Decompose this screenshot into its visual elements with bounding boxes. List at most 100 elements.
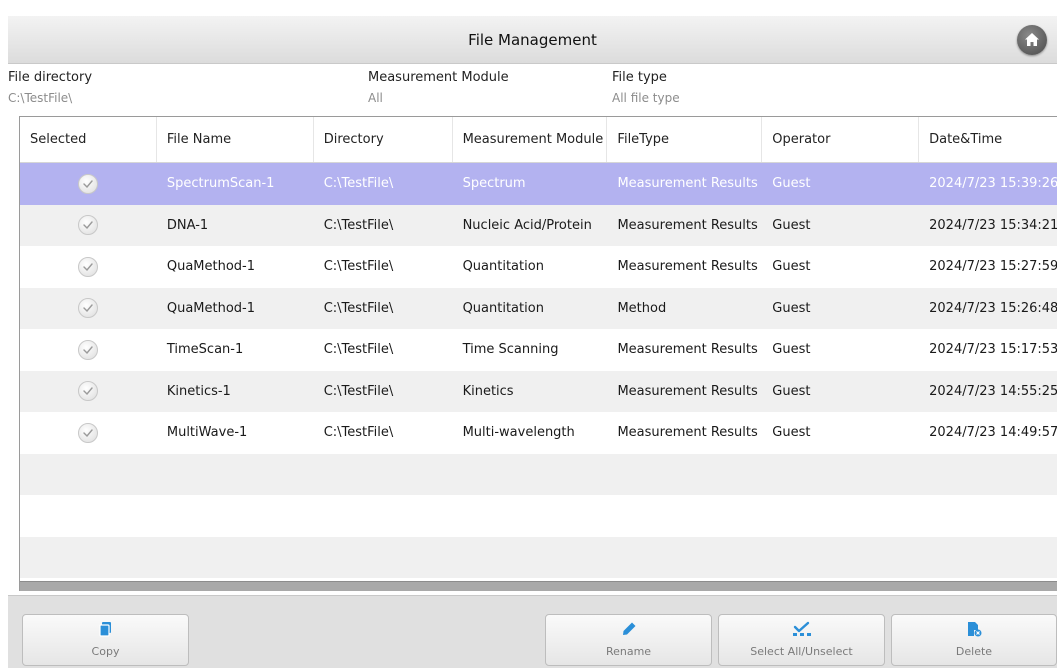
file-name-cell: TimeScan-1 [166, 342, 244, 358]
table-row[interactable]: QuaMethod-1 C:\TestFile\ Quantitation Metho… [20, 287, 1057, 329]
column-header-operator[interactable]: Operator [762, 117, 920, 162]
selected-cell[interactable] [20, 422, 157, 443]
date-time-cell: 2024/7/23 15:27:59 [929, 259, 1057, 275]
select-all-button[interactable]: Select All/Unselect [718, 614, 885, 666]
row-checkbox[interactable] [78, 256, 99, 277]
file-name-cell: DNA-1 [166, 217, 209, 233]
file-name-cell: Kinetics-1 [166, 383, 231, 399]
operator-cell: Guest [772, 425, 811, 441]
check-icon [83, 346, 94, 354]
operator-cell: Guest [772, 342, 811, 358]
operator-cell: Guest [772, 259, 811, 275]
file-name-cell: QuaMethod-1 [166, 259, 256, 275]
check-icon [83, 263, 94, 271]
selected-cell[interactable] [20, 381, 157, 402]
column-header-file-type[interactable]: FileType [607, 117, 763, 162]
selected-cell[interactable] [20, 256, 157, 277]
table-row[interactable]: TimeScan-1 C:\TestFile\ Time Scanning Measu… [20, 329, 1057, 371]
table-header: Selected File Name Directory Measurement… [20, 117, 1057, 163]
copy-button-label: Copy [91, 645, 120, 658]
measurement-module-cell: Spectrum [462, 176, 526, 192]
selected-cell[interactable] [20, 215, 157, 236]
table-row[interactable]: Kinetics-1 C:\TestFile\ Kinetics Measuremen… [20, 370, 1057, 412]
measurement-module-cell: Nucleic Acid/Protein [462, 217, 592, 233]
delete-button-label: Delete [955, 645, 993, 658]
file-name-cell: MultiWave-1 [166, 425, 248, 441]
page-title: File Management [468, 30, 597, 49]
title-bar: File Management [8, 16, 1057, 64]
directory-cell: C:\TestFile\ [323, 259, 394, 275]
column-header-measurement-module[interactable]: Measurement Module [453, 117, 608, 162]
rename-button[interactable]: Rename [545, 614, 712, 666]
delete-button[interactable]: Delete [891, 614, 1057, 666]
file-type-value: All file type [612, 91, 680, 105]
home-button[interactable] [1017, 25, 1047, 55]
file-name-cell: QuaMethod-1 [166, 300, 256, 316]
file-type-filter[interactable]: File type All file type [612, 70, 680, 105]
check-icon [83, 304, 94, 313]
bottom-toolbar: Copy Rename Select All/Unselect Delete [8, 595, 1057, 668]
measurement-module-cell: Kinetics [462, 383, 514, 399]
select-all-icon [792, 621, 811, 636]
file-name-cell: SpectrumScan-1 [166, 176, 275, 192]
table-row[interactable]: DNA-1 C:\TestFile\ Nucleic Acid/Protein Mea… [20, 204, 1057, 246]
check-icon [83, 429, 94, 437]
directory-cell: C:\TestFile\ [323, 176, 394, 192]
rename-button-label: Rename [605, 645, 652, 658]
table-scrollbar[interactable] [20, 581, 1057, 591]
table-row[interactable]: SpectrumScan-1 C:\TestFile\ Spectrum Measur… [20, 163, 1057, 205]
row-checkbox[interactable] [78, 215, 99, 236]
table-body: SpectrumScan-1 C:\TestFile\ Spectrum Measur… [20, 163, 1057, 578]
directory-cell: C:\TestFile\ [323, 300, 394, 316]
measurement-module-cell: Time Scanning [462, 342, 559, 358]
date-time-cell: 2024/7/23 14:55:25 [929, 383, 1057, 399]
empty-table-row [20, 495, 1057, 537]
file-type-cell: Measurement Results [617, 259, 758, 275]
check-icon [83, 180, 94, 188]
file-type-cell: Measurement Results [617, 383, 758, 399]
file-directory-filter[interactable]: File directory C:\TestFile\ [8, 70, 92, 105]
file-type-cell: Measurement Results [617, 342, 758, 358]
row-checkbox[interactable] [78, 422, 99, 443]
column-header-date-time[interactable]: Date&Time [919, 117, 1057, 162]
file-type-cell: Measurement Results [617, 217, 758, 233]
selected-cell[interactable] [20, 298, 157, 319]
copy-icon [98, 622, 111, 637]
row-checkbox[interactable] [78, 339, 99, 360]
empty-table-row [20, 453, 1057, 495]
row-checkbox[interactable] [78, 381, 99, 402]
date-time-cell: 2024/7/23 15:39:26 [929, 176, 1057, 192]
home-icon [1025, 33, 1039, 46]
row-checkbox[interactable] [78, 173, 99, 194]
copy-button[interactable]: Copy [22, 614, 189, 666]
directory-cell: C:\TestFile\ [323, 425, 394, 441]
measurement-module-cell: Quantitation [462, 300, 544, 316]
column-header-file-name[interactable]: File Name [157, 117, 314, 162]
check-icon [83, 221, 94, 230]
operator-cell: Guest [772, 383, 811, 399]
file-directory-label: File directory [8, 70, 93, 85]
directory-cell: C:\TestFile\ [323, 342, 394, 358]
date-time-cell: 2024/7/23 15:26:48 [929, 300, 1057, 316]
selected-cell[interactable] [20, 173, 157, 194]
file-type-label: File type [612, 70, 667, 85]
selected-cell[interactable] [20, 339, 157, 360]
table-row[interactable]: MultiWave-1 C:\TestFile\ Multi-wavelength M… [20, 412, 1057, 454]
file-directory-value: C:\TestFile\ [8, 91, 73, 105]
filter-bar: File directory C:\TestFile\ Measurement … [8, 64, 1057, 116]
date-time-cell: 2024/7/23 14:49:57 [929, 425, 1057, 441]
operator-cell: Guest [772, 217, 811, 233]
operator-cell: Guest [772, 176, 811, 192]
date-time-cell: 2024/7/23 15:17:53 [929, 342, 1057, 358]
column-header-selected[interactable]: Selected [20, 117, 157, 162]
measurement-module-value: All [368, 91, 383, 105]
operator-cell: Guest [772, 300, 811, 316]
measurement-module-filter[interactable]: Measurement Module All [368, 70, 509, 105]
empty-table-row [20, 536, 1057, 578]
directory-cell: C:\TestFile\ [323, 217, 394, 233]
column-header-directory[interactable]: Directory [314, 117, 453, 162]
table-row[interactable]: QuaMethod-1 C:\TestFile\ Quantitation Measu… [20, 246, 1057, 288]
row-checkbox[interactable] [78, 298, 99, 319]
file-type-cell: Method [617, 300, 667, 316]
measurement-module-label: Measurement Module [368, 70, 509, 85]
